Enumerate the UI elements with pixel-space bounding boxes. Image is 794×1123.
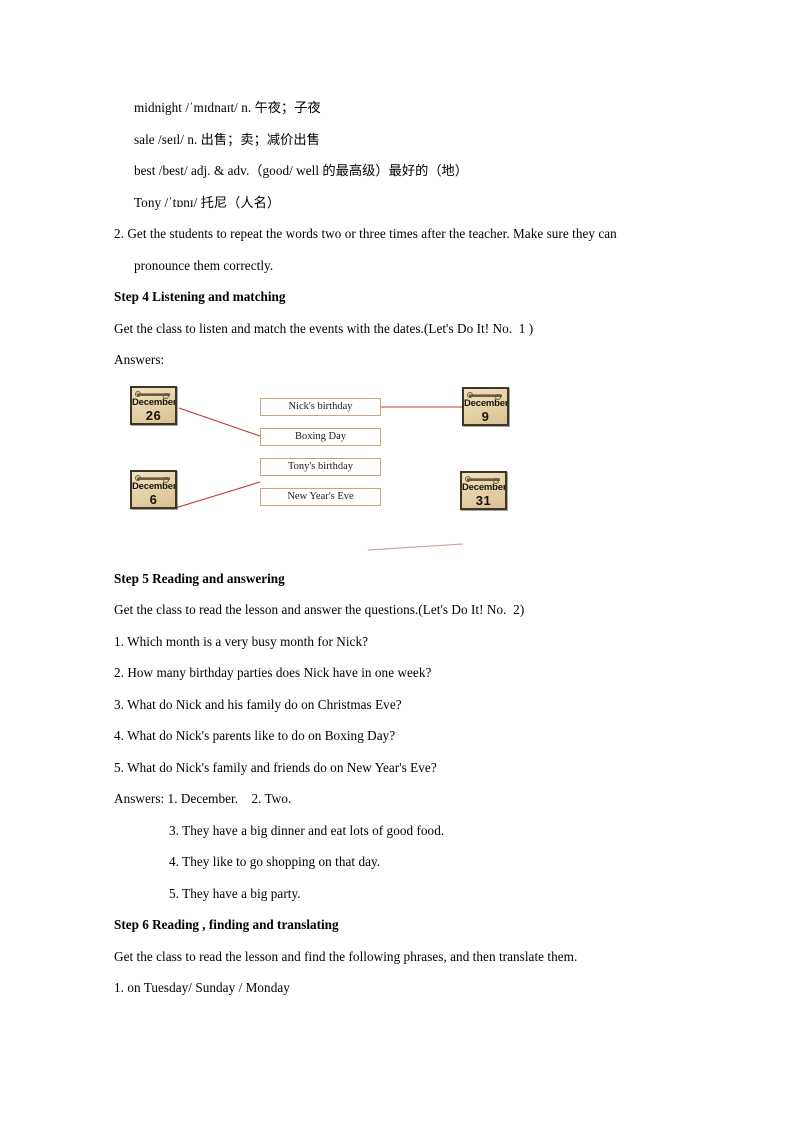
event-box-boxing-day: Boxing Day <box>260 427 381 446</box>
step5-question-1: 1. Which month is a very busy month for … <box>114 633 368 649</box>
connector-dec26-to-boxing-day <box>178 406 261 437</box>
vocab-entry-sale: sale /seɪl/ n. 出售；卖；减价出售 <box>134 131 320 147</box>
vocab-entry-tony: Tony /ˈtɒnɪ/ 托尼（人名） <box>134 194 281 210</box>
calendar-binding-icon <box>467 391 504 400</box>
calendar-month-label: December <box>462 481 507 493</box>
calendar-december-26: December 26 <box>130 385 177 425</box>
calendar-day-label: 26 <box>145 407 162 423</box>
instruction-step3-item2-line2: pronounce them correctly. <box>134 257 274 273</box>
calendar-december-9: December 9 <box>462 386 509 426</box>
step5-intro: Get the class to read the lesson and ans… <box>114 602 525 617</box>
connector-lines <box>171 405 464 551</box>
step5-question-3: 3. What do Nick and his family do on Chr… <box>114 696 402 712</box>
calendar-december-31: December 31 <box>460 470 507 510</box>
step6-heading: Step 6 Reading , finding and translating <box>114 917 339 932</box>
calendar-month-label: December <box>464 397 509 409</box>
calendar-binding-icon <box>465 475 502 484</box>
calendar-day-label: 6 <box>149 491 158 507</box>
document-content: midnight /ˈmɪdnaɪt/ n. 午夜；子夜 sale /seɪl/… <box>114 92 690 1004</box>
calendar-month-label: December <box>132 396 177 408</box>
calendar-december-6: December 6 <box>130 469 177 509</box>
step5-question-4: 4. What do Nick's parents like to do on … <box>114 728 396 743</box>
calendar-month-label: December <box>132 480 177 492</box>
step4-intro: Get the class to listen and match the ev… <box>114 320 534 336</box>
connector-stray-line <box>367 542 464 551</box>
calendar-day-label: 9 <box>481 408 490 424</box>
step5-answer-4: 4. They like to go shopping on that day. <box>169 854 381 869</box>
step5-answers-line-1: Answers: 1. December. 2. Two. <box>114 791 292 806</box>
matching-diagram: December 26 December 9 December 6 Decemb… <box>114 378 690 563</box>
instruction-step3-item2-line1: 2. Get the students to repeat the words … <box>114 226 617 241</box>
step6-intro: Get the class to read the lesson and fin… <box>114 948 578 964</box>
calendar-binding-icon <box>135 390 172 399</box>
calendar-day-label: 31 <box>475 492 492 508</box>
step4-answers-label: Answers: <box>114 352 165 367</box>
event-box-tonys-birthday: Tony's birthday <box>260 457 381 476</box>
step5-heading: Step 5 Reading and answering <box>114 570 285 586</box>
event-box-new-years-eve: New Year's Eve <box>260 487 381 506</box>
step5-question-2: 2. How many birthday parties does Nick h… <box>114 665 432 680</box>
vocab-entry-best: best /best/ adj. & adv.（good/ well 的最高级）… <box>134 163 469 178</box>
step6-item-1: 1. on Tuesday/ Sunday / Monday <box>114 980 290 995</box>
document-page: midnight /ˈmɪdnaɪt/ n. 午夜；子夜 sale /seɪl/… <box>0 0 794 1123</box>
event-box-nicks-birthday: Nick's birthday <box>260 397 381 416</box>
connector-dec6-to-new-years-eve <box>171 480 261 510</box>
step5-answer-5: 5. They have a big party. <box>169 885 301 901</box>
vocab-entry-midnight: midnight /ˈmɪdnaɪt/ n. 午夜；子夜 <box>134 100 321 115</box>
step5-answer-3: 3. They have a big dinner and eat lots o… <box>169 822 445 838</box>
step5-question-5: 5. What do Nick's family and friends do … <box>114 759 437 775</box>
calendar-binding-icon <box>135 474 172 483</box>
step4-heading: Step 4 Listening and matching <box>114 289 286 304</box>
